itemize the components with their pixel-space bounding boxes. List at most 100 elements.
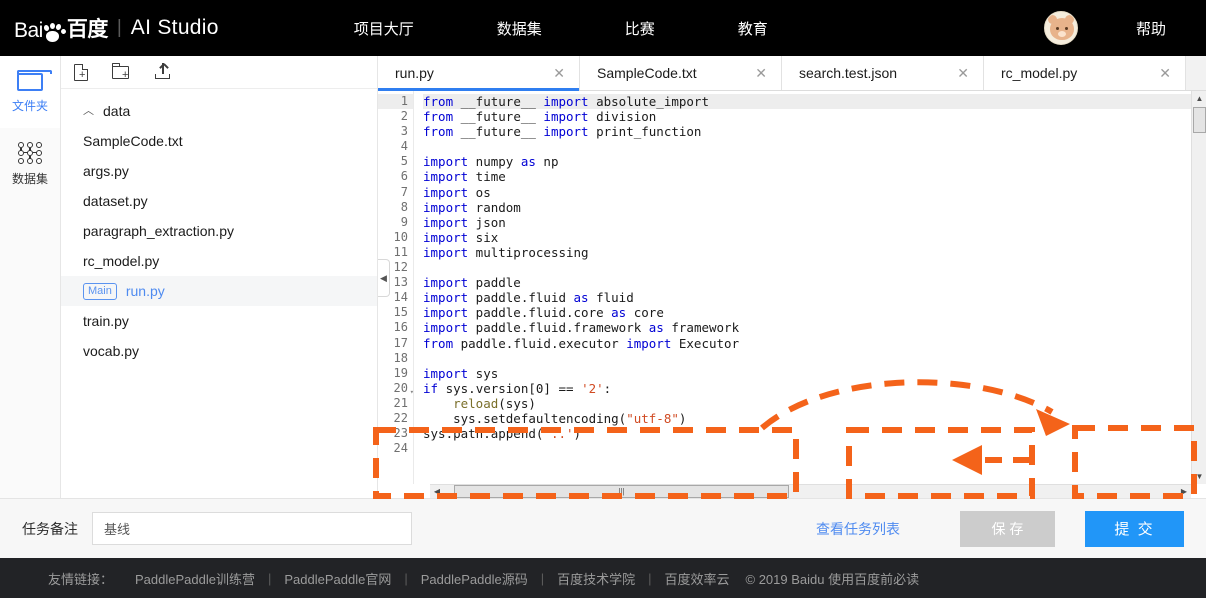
code-line[interactable]: import numpy as np (423, 154, 1191, 169)
code-line[interactable]: if sys.version[0] == '2': (423, 381, 1191, 396)
code-line[interactable] (423, 260, 1191, 275)
help-link[interactable]: 帮助 (1136, 18, 1166, 39)
footer-link-efficiency-cloud[interactable]: 百度效率云 (665, 569, 730, 588)
footer-link-official-site[interactable]: PaddlePaddle官网 (284, 569, 391, 588)
footer-link-source-code[interactable]: PaddlePaddle源码 (421, 569, 528, 588)
line-number: 24 (393, 441, 408, 456)
sidebar-item-folder[interactable]: 文件夹 (0, 56, 60, 128)
sidebar-item-dataset-label: 数据集 (11, 171, 48, 186)
line-number: 20 ▾ (378, 381, 414, 396)
list-item-folder-data[interactable]: ︿ data (61, 96, 377, 126)
list-item-rc-model[interactable]: rc_model.py (61, 246, 377, 276)
code-line[interactable]: import json (423, 215, 1191, 230)
line-number: 19 (393, 365, 408, 380)
code-token: if (423, 380, 439, 396)
code-line[interactable]: import paddle.fluid.framework as framewo… (423, 320, 1191, 335)
code-line[interactable] (423, 139, 1191, 154)
scroll-left-icon[interactable]: ◀ (430, 487, 444, 496)
nav-item-project-hall[interactable]: 项目大厅 (344, 18, 424, 39)
scroll-up-icon[interactable]: ▲ (1192, 91, 1206, 106)
new-folder-icon[interactable]: + (112, 63, 130, 81)
code-token: __future__ (453, 124, 544, 140)
code-line[interactable]: import paddle.fluid as fluid (423, 290, 1191, 305)
code-token: paddle (468, 275, 521, 291)
code-line[interactable]: import time (423, 169, 1191, 184)
code-token: import (543, 124, 589, 140)
list-item-paragraph-extraction[interactable]: paragraph_extraction.py (61, 216, 377, 246)
close-icon[interactable]: ✕ (957, 65, 969, 82)
code-token: import (423, 154, 469, 170)
editor-vertical-scrollbar[interactable]: ▲ ▼ (1191, 91, 1206, 484)
code-editor[interactable]: ◀ 1 2 3 4 5 6 7 8 9 10 11 12 13 14 15 16 17 18 19 20 ▾ 21 22 23… (378, 91, 1206, 484)
task-remark-input[interactable] (92, 512, 412, 545)
list-item-label: SampleCode.txt (83, 133, 183, 149)
code-line[interactable]: import sys (423, 366, 1191, 381)
vertical-scroll-thumb[interactable] (1193, 107, 1206, 133)
panel-collapse-handle[interactable]: ◀ (378, 259, 390, 297)
code-line[interactable]: import os (423, 185, 1191, 200)
new-file-icon[interactable]: + (74, 63, 88, 81)
code-line[interactable]: from __future__ import absolute_import (423, 94, 1191, 110)
line-number: 6 (400, 169, 408, 184)
brand-logo[interactable]: Bai 百度 | AI Studio (14, 13, 219, 43)
footer-title: 友情链接： (48, 571, 114, 587)
code-line[interactable]: from __future__ import division (423, 109, 1191, 124)
tab-run-py[interactable]: run.py ✕ (378, 56, 580, 91)
footer-link-tech-college[interactable]: 百度技术学院 (557, 569, 635, 588)
footer-copyright: © 2019 Baidu 使用百度前必读 (745, 571, 920, 587)
list-item-train[interactable]: train.py (61, 306, 377, 336)
scroll-right-icon[interactable]: ▶ (1177, 487, 1191, 496)
view-task-list-link[interactable]: 查看任务列表 (816, 519, 900, 539)
code-line[interactable]: import multiprocessing (423, 245, 1191, 260)
list-item-run-py[interactable]: Main run.py (61, 276, 377, 306)
code-token: paddle.fluid.executor (453, 335, 627, 351)
list-item-dataset[interactable]: dataset.py (61, 186, 377, 216)
list-item-samplecode[interactable]: SampleCode.txt (61, 126, 377, 156)
tab-samplecode-txt[interactable]: SampleCode.txt ✕ (580, 56, 782, 90)
nav-item-datasets[interactable]: 数据集 (487, 18, 552, 39)
code-line[interactable]: import paddle (423, 275, 1191, 290)
code-line[interactable] (423, 351, 1191, 366)
scroll-down-icon[interactable]: ▼ (1192, 469, 1206, 484)
line-number: 9 (400, 214, 408, 229)
close-icon[interactable]: ✕ (755, 65, 767, 82)
save-button[interactable]: 保 存 (960, 510, 1055, 547)
line-number: 10 (393, 229, 408, 244)
code-line[interactable]: reload(sys) (423, 396, 1191, 411)
code-token: import (423, 320, 469, 336)
horizontal-scroll-track[interactable]: ||| (444, 485, 1177, 498)
list-item-args[interactable]: args.py (61, 156, 377, 186)
nav-item-competition[interactable]: 比赛 (615, 18, 665, 39)
code-line[interactable]: sys.setdefaultencoding("utf-8") (423, 411, 1191, 426)
avatar-eye-left-icon (1055, 27, 1059, 30)
line-number: 2 (400, 109, 408, 124)
tab-search-test-json[interactable]: search.test.json ✕ (782, 56, 984, 90)
nav-item-education[interactable]: 教育 (728, 18, 778, 39)
sidebar-item-dataset[interactable]: 数据集 (0, 128, 60, 200)
tab-rc-model-py[interactable]: rc_model.py ✕ (984, 56, 1186, 90)
list-item-vocab[interactable]: vocab.py (61, 336, 377, 366)
code-token: from (423, 109, 454, 125)
close-icon[interactable]: ✕ (553, 65, 565, 82)
upload-icon[interactable] (154, 63, 172, 81)
code-token: import (423, 290, 469, 306)
code-line[interactable] (423, 441, 1191, 456)
submit-button[interactable]: 提 交 (1085, 510, 1184, 547)
code-token: ) (678, 410, 687, 426)
code-line[interactable]: from __future__ import print_function (423, 124, 1191, 139)
code-line[interactable]: sys.path.append('..') (423, 426, 1191, 441)
editor-horizontal-scrollbar[interactable]: ◀ ||| ▶ (430, 484, 1191, 498)
list-item-label: paragraph_extraction.py (83, 223, 234, 239)
code-line[interactable]: from paddle.fluid.executor import Execut… (423, 336, 1191, 351)
footer-link-training-camp[interactable]: PaddlePaddle训练营 (135, 569, 255, 588)
code-content[interactable]: from __future__ import absolute_import fr… (414, 91, 1191, 484)
avatar[interactable] (1043, 11, 1078, 45)
code-line[interactable]: import six (423, 230, 1191, 245)
code-line[interactable]: import paddle.fluid.core as core (423, 305, 1191, 320)
horizontal-scroll-thumb[interactable]: ||| (454, 485, 789, 498)
close-icon[interactable]: ✕ (1159, 65, 1171, 82)
code-line[interactable]: import random (423, 200, 1191, 215)
code-token: from (423, 335, 454, 351)
list-item-label: args.py (83, 163, 129, 179)
